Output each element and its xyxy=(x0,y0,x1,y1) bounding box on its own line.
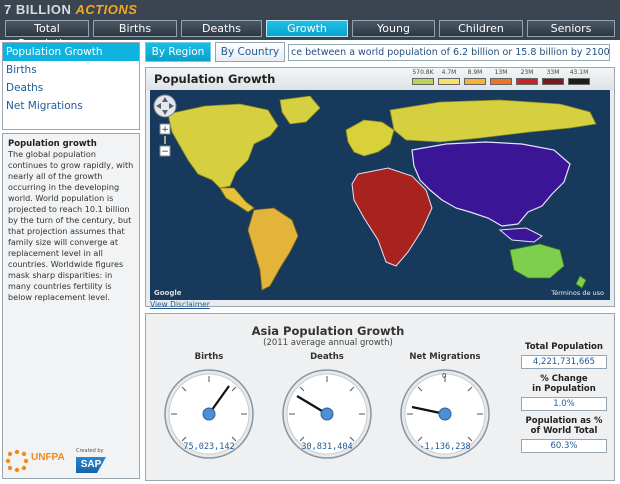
change-value: 1.0% xyxy=(521,397,607,411)
app-header: 7 BILLION ACTIONS xyxy=(0,0,620,18)
unfpa-logo-text: UNFPA xyxy=(31,452,65,463)
tab-young[interactable]: Young xyxy=(352,20,435,37)
info-title: Population growth xyxy=(8,139,97,149)
unfpa-logo-icon xyxy=(5,449,29,473)
gauge-section-subtitle: (2011 average annual growth) xyxy=(263,338,393,348)
sidebar-item-net-migrations[interactable]: Net Migrations xyxy=(3,97,139,115)
zero-mark: 0 xyxy=(442,372,447,380)
births-gauge-value: 75,023,142 xyxy=(183,442,235,452)
svg-text:+: + xyxy=(161,125,169,135)
view-disclaimer-link[interactable]: View Disclaimer xyxy=(150,300,210,309)
legend-swatch-5 xyxy=(516,78,538,85)
sap-caption: Created by xyxy=(76,448,104,454)
tab-growth[interactable]: Growth xyxy=(266,20,348,37)
map-header: Population Growth 570.8K 4.7M 8.9M 13M 2… xyxy=(146,68,614,90)
share-value: 60.3% xyxy=(521,439,607,453)
main-nav: Total Population Births Deaths Growth Yo… xyxy=(0,18,620,50)
brand-logo: 7 BILLION ACTIONS xyxy=(4,2,137,17)
tab-children[interactable]: Children xyxy=(439,20,523,37)
tab-deaths[interactable]: Deaths xyxy=(181,20,262,37)
terms-link[interactable]: Términos de uso xyxy=(551,289,604,297)
map-panel: Population Growth 570.8K 4.7M 8.9M 13M 2… xyxy=(145,67,615,309)
births-gauge-label: Births xyxy=(194,352,224,362)
sidebar-item-births[interactable]: Births xyxy=(3,61,139,79)
brand-accent: ACTIONS xyxy=(75,2,138,17)
metric-list: Population Growth Births Deaths Net Migr… xyxy=(2,42,140,130)
legend-label-7: 43.1M xyxy=(569,69,589,76)
partner-logos: UNFPA Created by SAP xyxy=(4,446,134,478)
share-label-line2: of World Total xyxy=(530,426,598,436)
legend-swatch-2 xyxy=(438,78,460,85)
svg-text:−: − xyxy=(161,147,169,157)
legend-swatch-1 xyxy=(412,78,434,85)
stats-column: Total Population 4,221,731,665 % Change … xyxy=(516,342,612,458)
tab-births[interactable]: Births xyxy=(93,20,177,37)
info-panel: Population growth The global population … xyxy=(2,133,140,479)
world-map[interactable]: + − Google Términos de uso xyxy=(150,90,610,300)
google-attribution: Google xyxy=(154,289,182,297)
sap-logo-mark: SAP xyxy=(76,457,106,473)
net-migrations-gauge-label: Net Migrations xyxy=(409,352,481,362)
map-navigation-control[interactable]: + − xyxy=(152,92,178,162)
sidebar-item-deaths[interactable]: Deaths xyxy=(3,79,139,97)
share-label-line1: Population as % xyxy=(525,416,603,426)
net-migrations-gauge-value: -1,136,238 xyxy=(419,442,471,452)
legend-swatch-4 xyxy=(490,78,512,85)
gauge-section-title: Asia Population Growth xyxy=(251,324,405,338)
change-label-line1: % Change xyxy=(540,374,588,384)
map-title: Population Growth xyxy=(154,72,276,86)
map-section: By Region By Country ce between a world … xyxy=(145,42,615,309)
legend-swatch-7 xyxy=(568,78,590,85)
by-country-button[interactable]: By Country xyxy=(215,42,285,62)
info-text: The global population continues to grow … xyxy=(8,149,134,302)
tab-seniors[interactable]: Seniors xyxy=(527,20,615,37)
brand-prefix: 7 BILLION xyxy=(4,2,72,17)
deaths-gauge-label: Deaths xyxy=(310,352,344,362)
news-ticker: ce between a world population of 6.2 bil… xyxy=(288,44,610,61)
tab-total-population[interactable]: Total Population xyxy=(5,20,89,50)
sap-logo: Created by SAP xyxy=(76,448,108,474)
gauge-panel: Asia Population Growth (2011 average ann… xyxy=(145,313,615,481)
legend-swatch-6 xyxy=(542,78,564,85)
total-population-value: 4,221,731,665 xyxy=(521,355,607,369)
deaths-gauge-value: 30,831,404 xyxy=(301,442,353,452)
change-label-line2: in Population xyxy=(532,384,596,394)
world-map-svg xyxy=(150,90,610,300)
total-population-label: Total Population xyxy=(525,342,603,352)
by-region-button[interactable]: By Region xyxy=(145,42,211,62)
legend-swatch-3 xyxy=(464,78,486,85)
sidebar-item-population-growth[interactable]: Population Growth xyxy=(3,43,139,61)
map-legend: 570.8K 4.7M 8.9M 13M 23M 33M 43.1M xyxy=(412,69,610,87)
